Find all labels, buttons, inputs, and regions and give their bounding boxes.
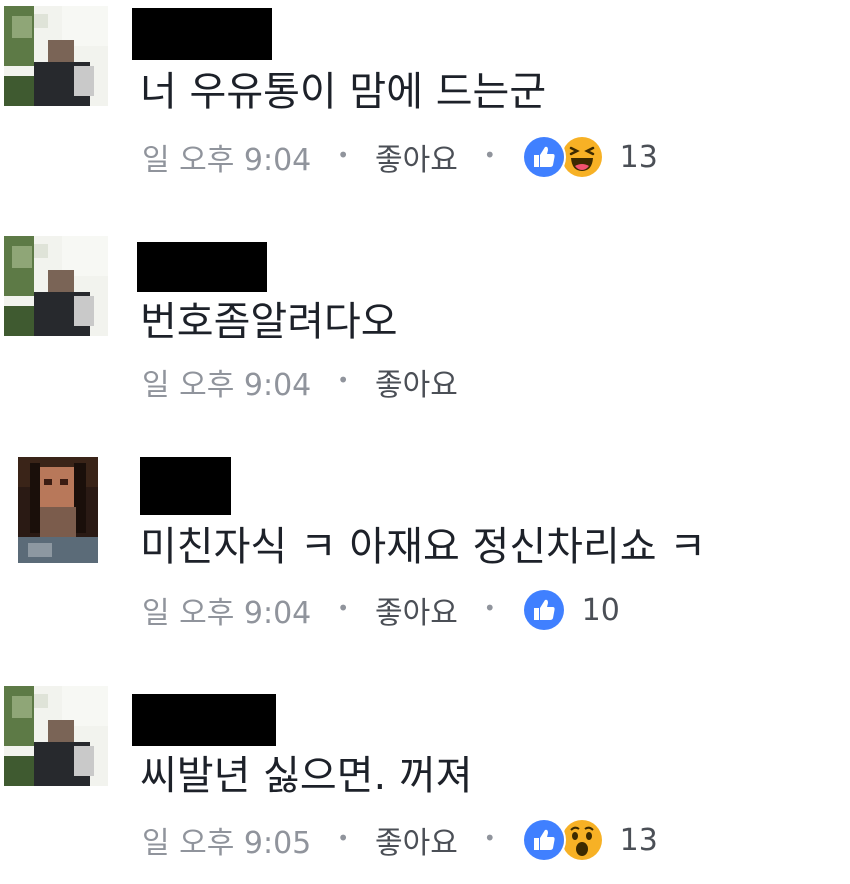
comment-time[interactable]: 일 오후 9:05 <box>142 818 311 862</box>
comment-text: 너 우유통이 맘에 드는군 <box>140 69 547 115</box>
like-button[interactable]: 좋아요 <box>375 135 458 179</box>
avatar[interactable] <box>4 6 108 106</box>
like-icon <box>521 135 566 179</box>
comment-meta: 일 오후 9:04 • 좋아요 • 10 <box>142 588 620 632</box>
like-icon <box>521 588 566 632</box>
comment-item: 미친자식 ㅋ 아재요 정신차리쇼 ㅋ 일 오후 9:04 • 좋아요 • 10 <box>0 455 850 655</box>
reactions-summary[interactable]: 13 <box>521 818 658 862</box>
comment-meta: 일 오후 9:05 • 좋아요 • 13 <box>142 818 658 862</box>
reaction-count: 13 <box>619 822 658 858</box>
like-button[interactable]: 좋아요 <box>375 818 458 862</box>
separator-dot: • <box>337 143 350 167</box>
redacted-name[interactable] <box>140 457 231 515</box>
like-button[interactable]: 좋아요 <box>375 360 458 404</box>
reaction-count: 10 <box>581 592 620 628</box>
redacted-name[interactable] <box>137 242 267 292</box>
comment-text: 씨발년 싫으면. 꺼져 <box>140 753 473 799</box>
separator-dot: • <box>483 596 496 620</box>
redacted-name[interactable] <box>132 8 272 60</box>
avatar[interactable] <box>4 236 108 336</box>
like-button[interactable]: 좋아요 <box>375 588 458 632</box>
like-icon <box>521 818 566 862</box>
reactions-summary[interactable]: 10 <box>521 588 620 632</box>
separator-dot: • <box>337 596 350 620</box>
comment-meta: 일 오후 9:04 • 좋아요 <box>142 360 458 404</box>
comment-time[interactable]: 일 오후 9:04 <box>142 135 311 179</box>
avatar[interactable] <box>4 686 108 786</box>
reactions-summary[interactable]: 13 <box>521 135 658 179</box>
separator-dot: • <box>483 826 496 850</box>
avatar[interactable] <box>18 457 98 563</box>
haha-icon <box>559 135 604 179</box>
separator-dot: • <box>337 368 350 392</box>
redacted-name[interactable] <box>132 694 276 746</box>
wow-icon <box>559 818 604 862</box>
comment-time[interactable]: 일 오후 9:04 <box>142 360 311 404</box>
comment-meta: 일 오후 9:04 • 좋아요 • 13 <box>142 135 658 179</box>
comment-text: 미친자식 ㅋ 아재요 정신차리쇼 ㅋ <box>140 524 707 570</box>
comment-item: 번호좀알려다오 일 오후 9:04 • 좋아요 <box>0 230 850 430</box>
comment-text: 번호좀알려다오 <box>140 299 398 345</box>
comment-item: 너 우유통이 맘에 드는군 일 오후 9:04 • 좋아요 • 13 <box>0 0 850 200</box>
separator-dot: • <box>483 143 496 167</box>
comment-item: 씨발년 싫으면. 꺼져 일 오후 9:05 • 좋아요 • 13 <box>0 684 850 884</box>
separator-dot: • <box>337 826 350 850</box>
reaction-count: 13 <box>619 139 658 175</box>
comment-time[interactable]: 일 오후 9:04 <box>142 588 311 632</box>
